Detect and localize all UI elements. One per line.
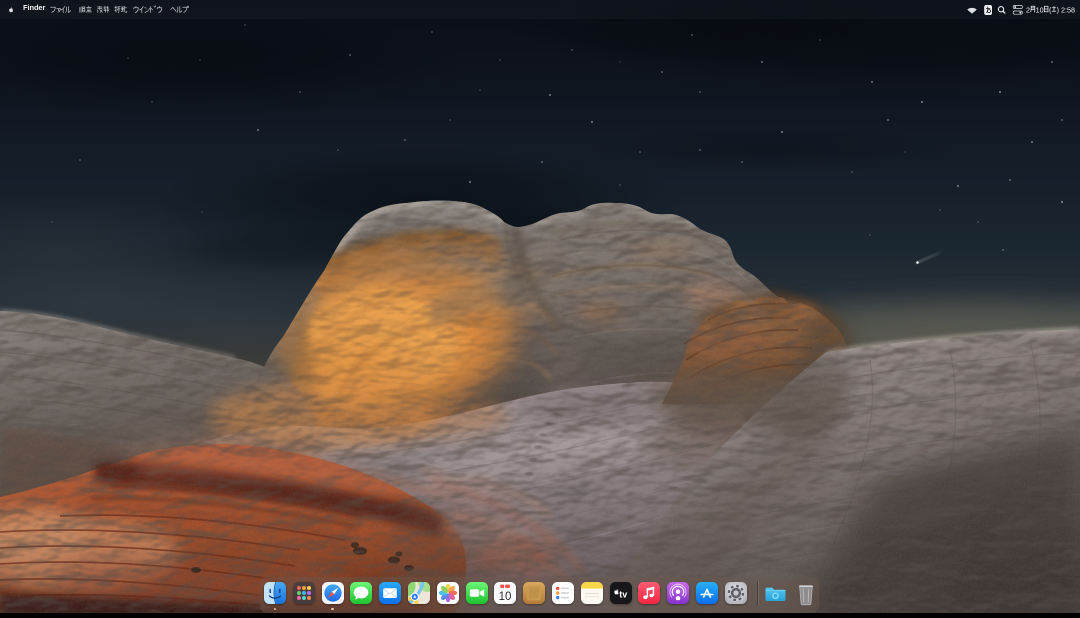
svg-text:): ) [1057,6,1059,15]
svg-text:(: ( [1049,6,1052,15]
svg-text:2: 2 [1026,5,1030,14]
svg-text:2:58: 2:58 [1061,5,1075,14]
svg-text:tv: tv [619,589,627,599]
svg-text:10: 10 [1036,5,1044,14]
svg-text:10: 10 [499,591,512,603]
